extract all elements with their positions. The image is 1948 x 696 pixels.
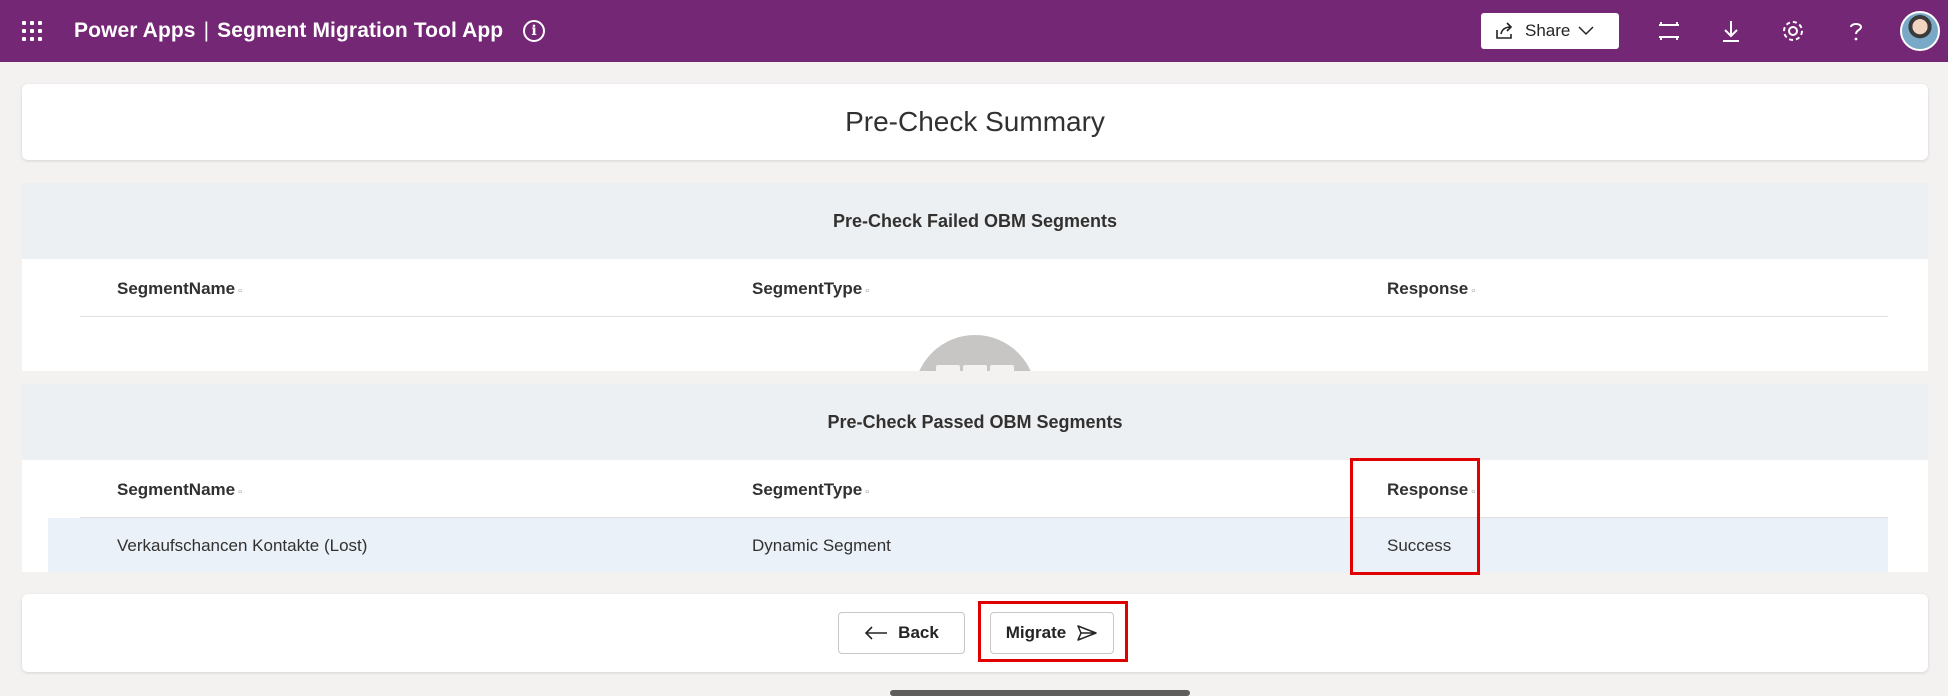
back-button[interactable]: Back	[838, 612, 965, 654]
column-header-segmentname[interactable]: SegmentName	[117, 279, 242, 299]
column-header-response[interactable]: Response	[1387, 279, 1475, 299]
column-header-segmenttype[interactable]: SegmentType	[752, 480, 869, 500]
share-label: Share	[1525, 21, 1571, 40]
help-icon[interactable]	[1843, 18, 1869, 44]
empty-state-icon	[914, 335, 1036, 371]
share-button[interactable]: Share	[1481, 13, 1619, 49]
column-header-segmentname[interactable]: SegmentName	[117, 480, 242, 500]
app-title-text: Segment Migration Tool App	[217, 19, 504, 42]
fit-screen-icon[interactable]	[1656, 18, 1682, 44]
waffle-icon[interactable]	[20, 19, 44, 43]
app-title: Power Apps | Segment Migration Tool App	[74, 19, 504, 42]
failed-segments-section: Pre-Check Failed OBM Segments SegmentNam…	[22, 183, 1928, 371]
passed-table-header: SegmentName SegmentType Response	[80, 460, 1888, 518]
failed-section-title: Pre-Check Failed OBM Segments	[22, 183, 1928, 259]
scroll-indicator	[890, 690, 1190, 696]
chevron-down-icon	[1578, 26, 1594, 36]
table-row[interactable]: Verkaufschancen Kontakte (Lost) Dynamic …	[48, 518, 1888, 572]
migrate-highlight-box	[978, 601, 1128, 662]
column-header-segmenttype[interactable]: SegmentType	[752, 279, 869, 299]
segment-type-cell: Dynamic Segment	[752, 536, 891, 555]
segment-name-cell: Verkaufschancen Kontakte (Lost)	[117, 536, 368, 555]
avatar[interactable]	[1900, 11, 1940, 51]
page-title: Pre-Check Summary	[845, 106, 1105, 137]
passed-segments-section: Pre-Check Passed OBM Segments SegmentNam…	[22, 384, 1928, 572]
back-label: Back	[898, 623, 939, 642]
response-highlight-box	[1350, 458, 1480, 575]
share-icon	[1496, 22, 1513, 39]
summary-card: Pre-Check Summary	[22, 84, 1928, 160]
settings-icon[interactable]	[1780, 18, 1806, 44]
download-icon[interactable]	[1718, 18, 1744, 44]
footer-card: Back Migrate	[22, 594, 1928, 672]
app-header: Power Apps | Segment Migration Tool App i …	[0, 0, 1948, 62]
failed-table-header: SegmentName SegmentType Response	[80, 259, 1888, 317]
arrow-left-icon	[865, 626, 888, 640]
passed-section-title: Pre-Check Passed OBM Segments	[22, 384, 1928, 460]
info-icon[interactable]: i	[523, 20, 545, 42]
app-name: Power Apps	[74, 19, 196, 42]
